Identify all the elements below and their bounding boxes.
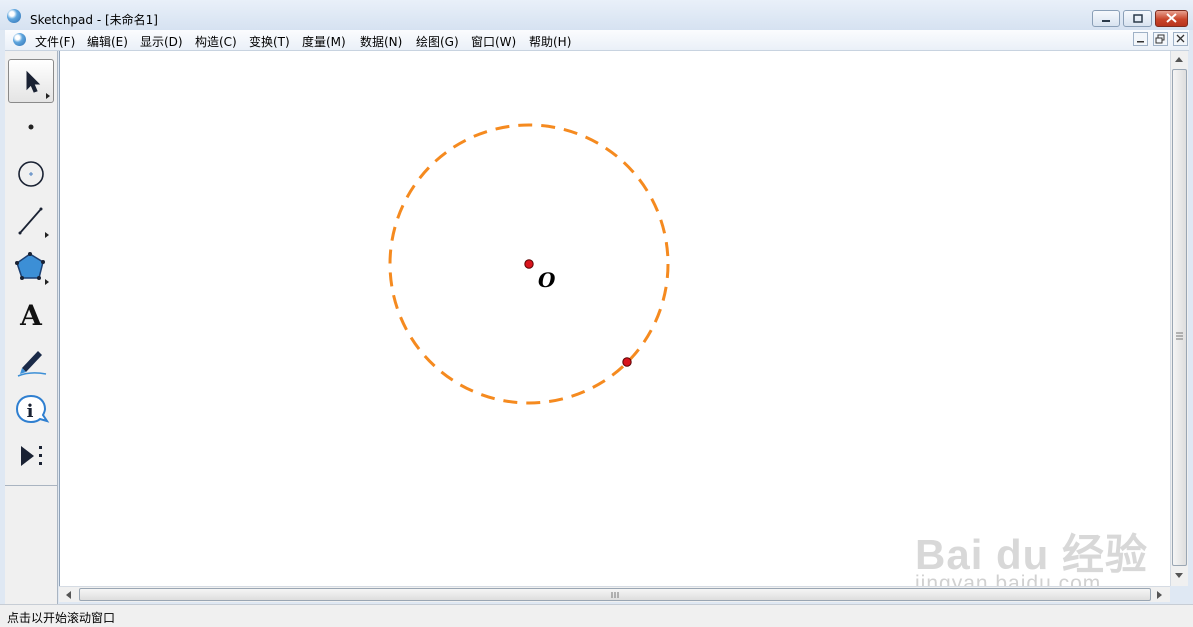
- sketch-canvas[interactable]: O Bai du 经验 jingyan.baidu.com: [59, 51, 1171, 595]
- menu-help[interactable]: 帮助(H): [529, 33, 571, 50]
- title-bar: Sketchpad - [未命名1]: [0, 0, 1193, 30]
- minimize-icon: [1102, 20, 1110, 22]
- compass-tool[interactable]: [8, 152, 54, 196]
- menu-number[interactable]: 数据(N): [360, 33, 402, 50]
- menu-graph[interactable]: 绘图(G): [416, 33, 459, 50]
- doc-minimize-button[interactable]: [1133, 32, 1148, 46]
- minimize-icon: [1137, 41, 1144, 43]
- toolbox-divider: [5, 485, 58, 486]
- arrow-select-icon: [26, 70, 50, 99]
- restore-icon: [1133, 14, 1143, 23]
- horizontal-scroll-thumb[interactable]: [79, 588, 1151, 601]
- status-bar: 点击以开始滚动窗口: [0, 604, 1193, 627]
- close-button[interactable]: [1155, 10, 1188, 27]
- custom-tool[interactable]: [8, 434, 54, 478]
- menu-construct[interactable]: 构造(C): [195, 33, 237, 50]
- app-icon: [7, 9, 21, 23]
- marker-tool[interactable]: [8, 340, 54, 384]
- toolbox: A i: [5, 51, 58, 605]
- straightedge-tool-icon: [18, 207, 49, 238]
- point-tool-icon: [28, 124, 34, 130]
- arrow-tool[interactable]: [8, 59, 54, 103]
- grip-icon: [1176, 332, 1183, 340]
- point-on-circle[interactable]: [622, 357, 632, 367]
- text-tool[interactable]: A: [8, 293, 54, 337]
- custom-tool-icon: [21, 446, 42, 466]
- menu-bar: 文件(F) 编辑(E) 显示(D) 构造(C) 变换(T) 度量(M) 数据(N…: [5, 30, 1189, 51]
- document-icon[interactable]: [13, 33, 26, 46]
- marker-tool-icon: [17, 351, 47, 377]
- restore-icon: [1155, 34, 1165, 44]
- text-tool-icon: A: [19, 299, 43, 332]
- menu-file[interactable]: 文件(F): [35, 33, 75, 50]
- doc-restore-button[interactable]: [1153, 32, 1168, 46]
- minimize-button[interactable]: [1092, 10, 1120, 27]
- straightedge-tool[interactable]: [8, 199, 54, 243]
- sketch-drawing: [388, 123, 670, 405]
- information-tool[interactable]: i: [8, 387, 54, 431]
- grip-icon: [611, 592, 619, 598]
- menu-transform[interactable]: 变换(T): [249, 33, 290, 50]
- horizontal-scrollbar[interactable]: [59, 586, 1170, 602]
- scroll-up-icon[interactable]: [1174, 55, 1184, 63]
- scroll-down-icon[interactable]: [1174, 572, 1184, 580]
- svg-text:i: i: [27, 401, 34, 422]
- scroll-right-icon[interactable]: [1156, 590, 1164, 600]
- menu-measure[interactable]: 度量(M): [302, 33, 346, 50]
- compass-tool-icon: [18, 161, 44, 187]
- polygon-tool-icon: [15, 252, 49, 285]
- doc-close-button[interactable]: [1173, 32, 1188, 46]
- svg-text:A: A: [19, 299, 43, 332]
- menu-display[interactable]: 显示(D): [140, 33, 183, 50]
- close-icon: [1166, 13, 1177, 23]
- scroll-left-icon[interactable]: [64, 590, 72, 600]
- menu-window[interactable]: 窗口(W): [471, 33, 516, 50]
- status-text: 点击以开始滚动窗口: [7, 611, 116, 625]
- polygon-tool[interactable]: [8, 246, 54, 290]
- center-point-o[interactable]: [524, 259, 534, 269]
- window-title: Sketchpad - [未命名1]: [30, 13, 158, 27]
- vertical-scroll-thumb[interactable]: [1172, 69, 1187, 566]
- maximize-button[interactable]: [1123, 10, 1152, 27]
- information-tool-icon: i: [15, 394, 50, 424]
- point-tool[interactable]: [8, 105, 54, 149]
- menu-edit[interactable]: 编辑(E): [87, 33, 128, 50]
- center-label[interactable]: O: [538, 268, 555, 292]
- close-icon: [1176, 34, 1185, 43]
- vertical-scrollbar[interactable]: [1170, 51, 1188, 586]
